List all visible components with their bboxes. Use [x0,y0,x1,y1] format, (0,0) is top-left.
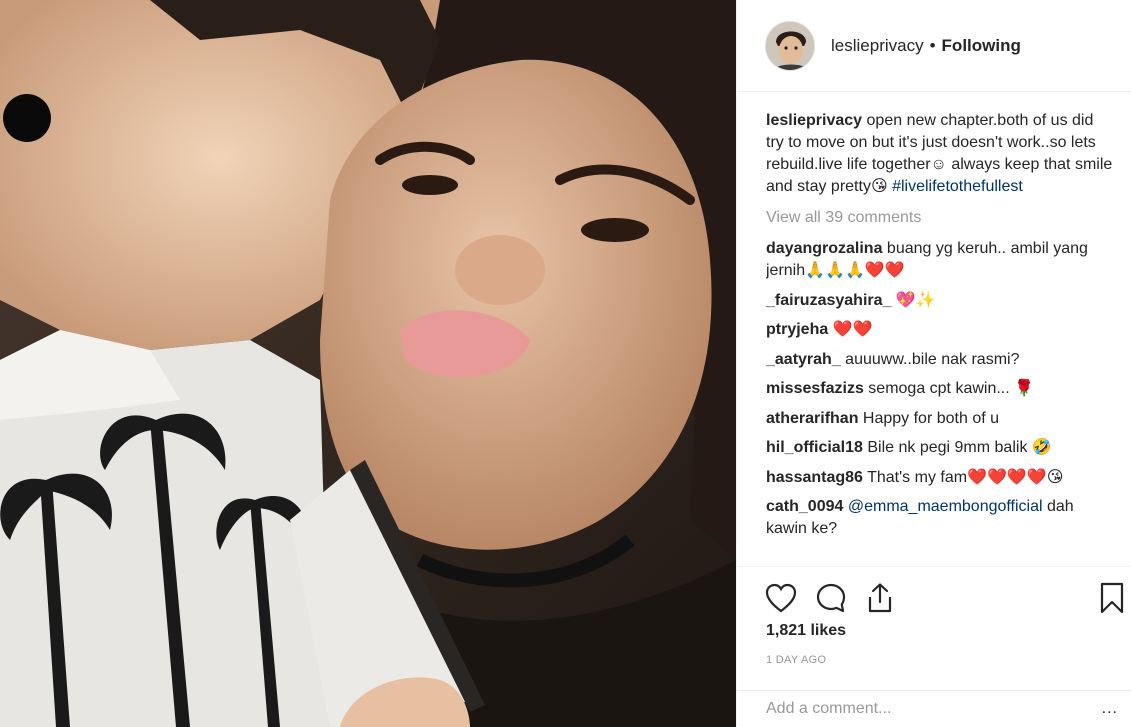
comment-text: ❤️❤️ [828,321,873,338]
comment-item: missesfazizs semoga cpt kawin... 🌹 [766,378,1114,400]
following-button[interactable]: Following [942,36,1021,56]
post-header: leslieprivacy • Following [737,0,1131,92]
comment-username[interactable]: cath_0094 [766,498,843,515]
caption-hashtag[interactable]: #livelifetothefullest [892,178,1023,195]
bookmark-icon [1100,582,1124,614]
comment-item: atherarifhan Happy for both of u [766,408,1114,430]
comment-username[interactable]: _aatyrah_ [766,351,841,368]
comment-item: hassantag86 That's my fam❤️❤️❤️❤️😘 [766,467,1114,489]
comment-text: Happy for both of u [858,409,999,427]
comment-username[interactable]: ptryjeha [766,321,828,338]
save-button[interactable] [1095,581,1129,615]
like-button[interactable] [764,581,798,615]
share-icon [868,583,892,613]
comment-text: semoga cpt kawin... 🌹 [863,380,1035,397]
comment-mention[interactable]: @emma_maembongofficial [848,498,1043,515]
avatar-icon [766,21,814,70]
comment-item: ptryjeha ❤️❤️ [766,319,1114,341]
share-button[interactable] [863,581,897,615]
comment-text: 💖✨ [891,291,936,309]
caption-username[interactable]: leslieprivacy [766,112,862,129]
comment-text: That's my fam❤️❤️❤️❤️😘 [862,468,1064,486]
comment-username[interactable]: atherarifhan [766,410,858,427]
post-photo[interactable] [0,0,736,727]
comment-username[interactable]: dayangrozalina [766,240,882,257]
view-all-comments-link[interactable]: View all 39 comments [766,207,1114,229]
post-timestamp[interactable]: 1 DAY AGO [766,654,826,666]
photo-icon [0,0,736,727]
heart-icon [765,583,797,613]
comment-item: _aatyrah_ auuuww..bile nak rasmi? [766,349,1114,371]
comment-icon [816,583,846,613]
post-caption: leslieprivacy open new chapter.both of u… [766,110,1114,198]
comment-text: Bile nk pegi 9mm balik 🤣 [862,439,1052,456]
comment-button[interactable] [814,581,848,615]
avatar[interactable] [765,20,815,71]
comment-username[interactable]: missesfazizs [766,380,864,397]
separator-dot: • [929,35,936,55]
comment-username[interactable]: _fairuzasyahira_ [766,292,891,309]
comment-text: auuuww..bile nak rasmi? [840,350,1020,368]
comment-item: hil_official18 Bile nk pegi 9mm balik 🤣 [766,437,1114,459]
comment-item: cath_0094 @emma_maembongofficial dah kaw… [766,496,1114,540]
comment-input[interactable] [766,700,1102,718]
add-comment-bar: ... [737,690,1131,727]
likes-count[interactable]: 1,821 likes [766,622,846,640]
header-username[interactable]: leslieprivacy [831,36,924,56]
comments-list[interactable]: leslieprivacy open new chapter.both of u… [766,110,1114,565]
post-actions-bar [737,566,1131,626]
more-options-button[interactable]: ... [1102,700,1118,718]
comment-username[interactable]: hil_official18 [766,439,863,456]
comment-username[interactable]: hassantag86 [766,469,863,486]
post-side-panel: leslieprivacy • Following leslieprivacy … [736,0,1131,727]
comment-item: dayangrozalina buang yg keruh.. ambil ya… [766,238,1114,282]
comment-item: _fairuzasyahira_ 💖✨ [766,290,1114,312]
